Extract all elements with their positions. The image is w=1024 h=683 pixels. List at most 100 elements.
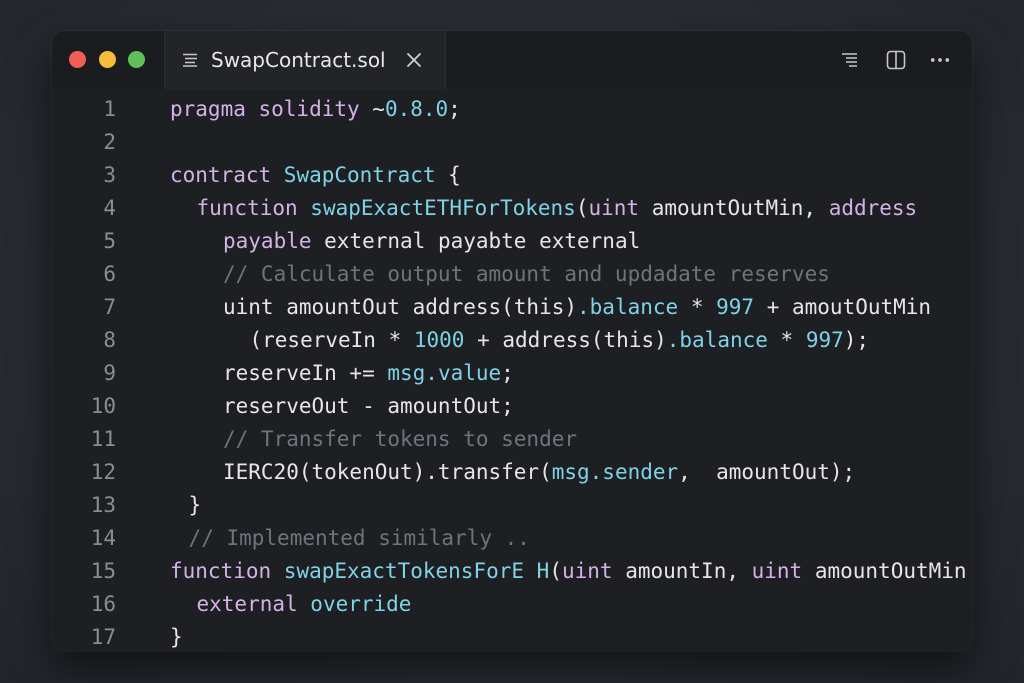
code-line[interactable]: 12 IERC20(tokenOut).transfer(msg.sender, …	[52, 456, 972, 489]
line-number: 7	[103, 295, 116, 319]
code-token: 997	[716, 295, 755, 319]
code-line[interactable]: 15 function swapExactTokensForE H(uint am…	[52, 555, 972, 588]
code-token: uint amountOut address(this)	[223, 295, 578, 319]
code-token: contract	[170, 163, 284, 187]
code-token: swapExactETHForTokens	[310, 196, 576, 220]
line-number: 17	[90, 625, 116, 649]
code-token: uint	[561, 559, 613, 583]
line-number: 16	[90, 592, 116, 616]
code-text: pragma solidity ~0.8.0;	[170, 93, 461, 126]
code-token: + address(this)	[464, 328, 667, 352]
code-line[interactable]: 1 pragma solidity ~0.8.0;	[52, 93, 972, 126]
code-token: override	[310, 592, 412, 616]
code-line[interactable]: 5 payable external payabte external	[52, 225, 972, 258]
line-number: 11	[90, 427, 116, 451]
lines-file-icon	[183, 53, 197, 67]
code-token: 0.8.0	[384, 97, 449, 121]
code-token: msg.sender	[551, 460, 679, 484]
code-token: reserveIn +=	[223, 361, 388, 385]
code-token: (	[575, 196, 589, 220]
code-token: amountIn,	[612, 559, 752, 583]
code-token: function	[196, 196, 311, 220]
line-number: 1	[103, 97, 116, 121]
line-number: 3	[103, 163, 116, 187]
code-text: uint amountOut address(this).balance * 9…	[223, 291, 931, 324]
code-token: external	[196, 592, 311, 616]
code-token: uint	[588, 196, 640, 220]
code-token: , amountOut);	[678, 460, 856, 484]
code-token: address	[828, 196, 918, 220]
code-token: *	[767, 328, 806, 352]
code-line[interactable]: 2	[52, 126, 972, 159]
code-text: payable external payabte external	[223, 225, 640, 258]
code-token: // Calculate output amount and updadate …	[223, 262, 830, 286]
code-line[interactable]: 17}	[52, 621, 972, 651]
code-text: // Calculate output amount and updadate …	[223, 258, 830, 291]
code-text: (reserveIn * 1000 + address(this).balanc…	[250, 324, 870, 357]
code-text: }	[170, 621, 183, 651]
code-line[interactable]: 16 external override	[52, 588, 972, 621]
code-line[interactable]: 7 uint amountOut address(this).balance * …	[52, 291, 972, 324]
code-line[interactable]: 10 reserveOut - amountOut;	[52, 390, 972, 423]
split-editor-icon[interactable]	[886, 50, 906, 70]
code-line[interactable]: 11 // Transfer tokens to sender	[52, 423, 972, 456]
code-text: contract SwapContract {	[170, 159, 461, 192]
code-line[interactable]: 13}	[52, 489, 972, 522]
code-text: // Implemented similarly ..	[189, 522, 530, 555]
line-number: 13	[90, 493, 116, 517]
code-token: ;	[448, 97, 461, 121]
line-number: 14	[90, 526, 116, 550]
line-number: 12	[90, 460, 116, 484]
line-number: 8	[103, 328, 116, 352]
code-token: IERC20(tokenOut).transfer(	[223, 460, 552, 484]
code-line[interactable]: 6 // Calculate output amount and updadate…	[52, 258, 972, 291]
code-line[interactable]: 14 // Implemented similarly ..	[52, 522, 972, 555]
tab-label: SwapContract.sol	[211, 48, 386, 72]
code-token: function	[170, 559, 284, 583]
code-text: }	[189, 489, 202, 522]
code-token: ~	[372, 97, 385, 121]
title-bar: SwapContract.sol	[52, 31, 972, 89]
code-token: }	[170, 625, 183, 649]
code-token: // Implemented similarly ..	[188, 526, 530, 550]
code-token: // Transfer tokens to sender	[223, 427, 578, 451]
code-editor[interactable]: 1 pragma solidity ~0.8.0; 2 3 contract SwapC…	[52, 89, 972, 651]
close-window-button[interactable]	[69, 51, 86, 68]
code-line[interactable]: 3 contract SwapContract {	[52, 159, 972, 192]
code-token: uint	[751, 559, 803, 583]
code-text: reserveOut - amountOut;	[223, 390, 514, 423]
code-token: (	[549, 559, 562, 583]
line-number: 5	[103, 229, 116, 253]
tab-swapcontract[interactable]: SwapContract.sol	[164, 31, 446, 89]
code-token: amountOutMin,	[639, 196, 829, 220]
code-token: .balance	[666, 328, 768, 352]
code-token: 997	[805, 328, 844, 352]
code-token: pragma solidity	[170, 97, 373, 121]
code-token: }	[188, 493, 202, 517]
code-token: ;	[501, 361, 514, 385]
editor-window: SwapContract.sol 1 pragma solidity ~0.8.0…	[52, 31, 972, 651]
code-line[interactable]: 4 function swapExactETHForTokens(uint amo…	[52, 192, 972, 225]
code-token: 1000	[413, 328, 465, 352]
line-number: 9	[103, 361, 116, 385]
code-token: swapExactTokensForE H	[283, 559, 550, 583]
more-horizontal-icon[interactable]	[930, 50, 950, 70]
code-text: function swapExactETHForTokens(uint amou…	[197, 192, 918, 225]
code-line[interactable]: 8 (reserveIn * 1000 + address(this).balan…	[52, 324, 972, 357]
code-text: reserveIn += msg.value;	[223, 357, 514, 390]
code-token: payable	[223, 229, 312, 253]
list-outline-icon[interactable]	[840, 50, 860, 70]
maximize-window-button[interactable]	[128, 51, 145, 68]
code-text: // Transfer tokens to sender	[223, 423, 577, 456]
code-token: SwapContract	[283, 163, 436, 187]
code-token: external payabte external	[311, 229, 641, 253]
code-line[interactable]: 9 reserveIn += msg.value;	[52, 357, 972, 390]
line-number: 2	[103, 130, 116, 154]
close-icon[interactable]	[405, 51, 423, 69]
line-number: 10	[90, 394, 116, 418]
code-token: .balance	[577, 295, 679, 319]
code-token: (reserveIn *	[249, 328, 414, 352]
code-token: *	[678, 295, 717, 319]
code-text: external override	[197, 588, 412, 621]
minimize-window-button[interactable]	[99, 51, 116, 68]
